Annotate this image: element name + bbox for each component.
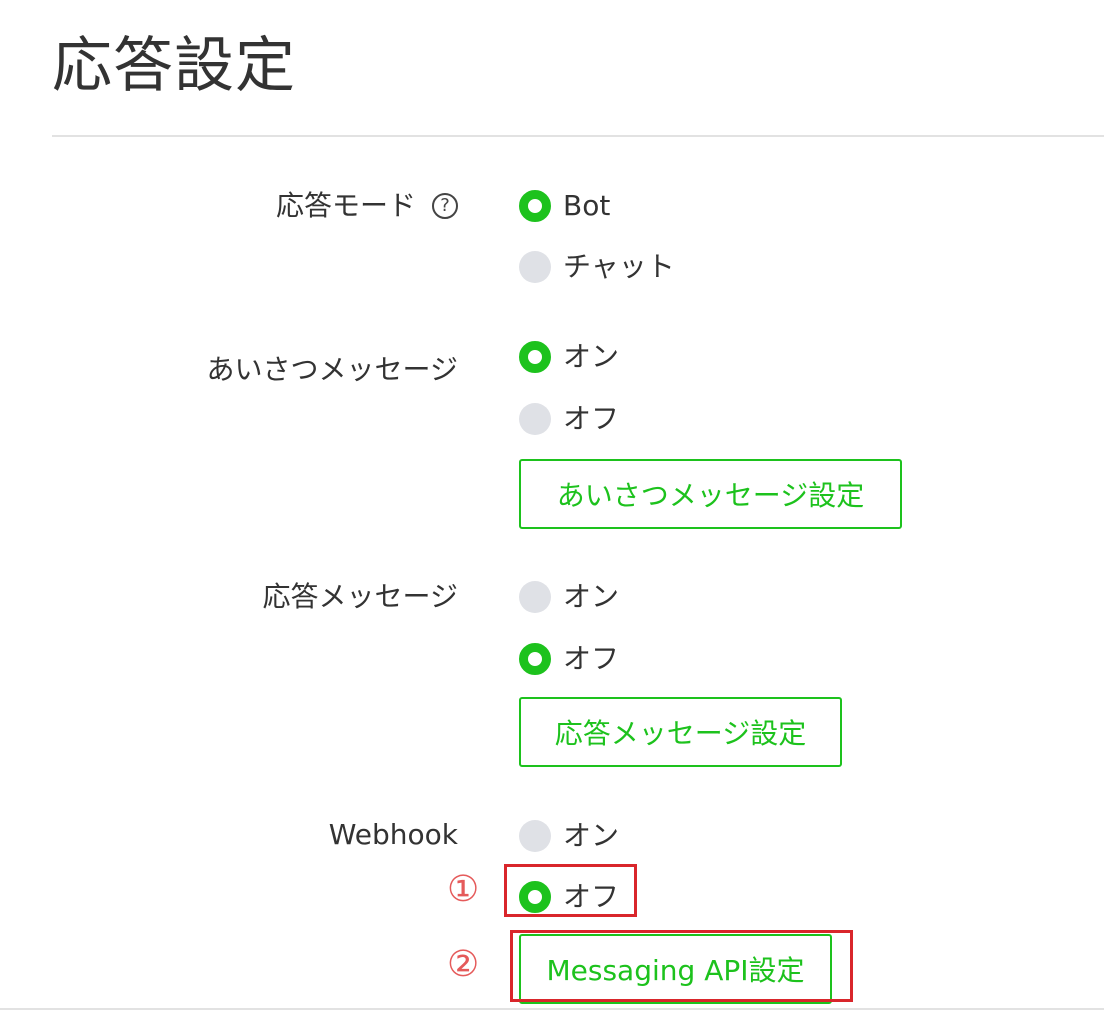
radio-selected[interactable]: [519, 643, 551, 675]
greeting-message-option-off[interactable]: オフ: [519, 401, 619, 437]
question-circle-icon[interactable]: ?: [432, 193, 458, 219]
radio-unselected[interactable]: [519, 403, 551, 435]
annotation-step-2: ②: [447, 944, 480, 985]
page-title: 応答設定: [52, 31, 296, 101]
radio-unselected[interactable]: [519, 581, 551, 613]
radio-unselected[interactable]: [519, 820, 551, 852]
annotation-box-step-1: [504, 864, 637, 917]
webhook-label-row: Webhook: [329, 815, 458, 855]
webhook-label: Webhook: [328, 818, 458, 851]
greeting-message-label: あいさつメッセージ: [206, 353, 458, 386]
annotation-step-1: ①: [447, 869, 480, 910]
title-divider: [52, 135, 1104, 137]
annotation-box-step-2: [510, 930, 853, 1002]
response-mode-option-chat[interactable]: チャット: [519, 249, 675, 285]
option-label: Bot: [563, 189, 611, 222]
auto-response-label-row: 応答メッセージ: [263, 577, 458, 617]
bottom-divider: [0, 1008, 1104, 1010]
greeting-message-settings-button[interactable]: あいさつメッセージ設定: [519, 459, 902, 529]
option-label: オン: [563, 340, 620, 373]
radio-selected[interactable]: [519, 341, 551, 373]
option-label: オフ: [563, 642, 620, 675]
response-mode-option-bot[interactable]: Bot: [519, 188, 610, 224]
option-label: オン: [563, 819, 620, 852]
greeting-message-label-row: あいさつメッセージ: [207, 350, 458, 390]
auto-response-label: 応答メッセージ: [262, 580, 458, 613]
radio-unselected[interactable]: [519, 251, 551, 283]
greeting-message-option-on[interactable]: オン: [519, 339, 619, 375]
option-label: オフ: [563, 402, 620, 435]
response-mode-label-row: 応答モード ?: [276, 186, 458, 226]
response-mode-label: 応答モード: [275, 189, 416, 222]
auto-response-option-off[interactable]: オフ: [519, 641, 619, 677]
radio-selected[interactable]: [519, 190, 551, 222]
option-label: オン: [563, 580, 620, 613]
auto-response-option-on[interactable]: オン: [519, 579, 619, 615]
option-label: チャット: [563, 250, 675, 283]
auto-response-settings-button[interactable]: 応答メッセージ設定: [519, 697, 842, 767]
webhook-option-on[interactable]: オン: [519, 818, 619, 854]
